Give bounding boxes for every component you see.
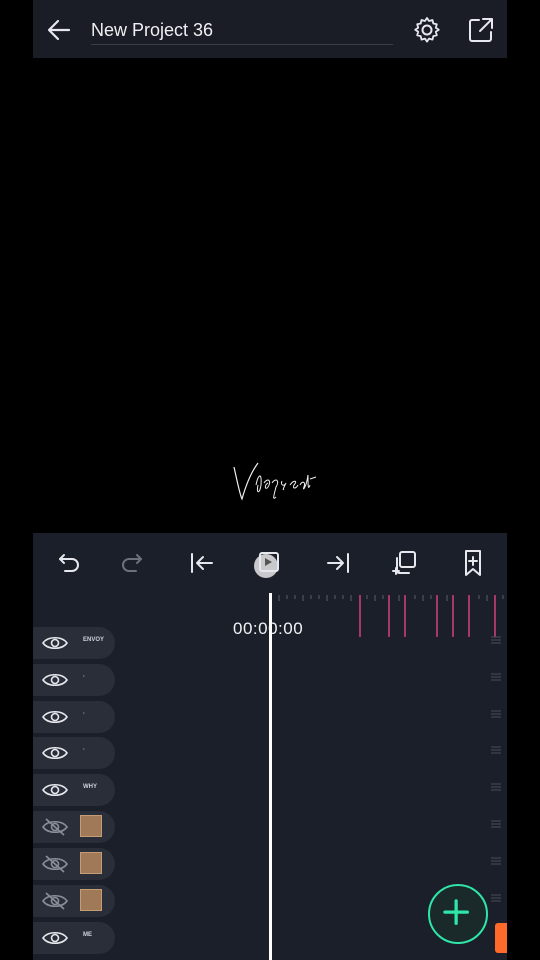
- plus-icon: [443, 899, 469, 925]
- share-export-icon[interactable]: [465, 14, 497, 46]
- eye-hidden-icon[interactable]: [41, 891, 69, 911]
- jump-to-end-icon[interactable]: [322, 547, 354, 579]
- eye-visible-icon[interactable]: [41, 780, 69, 800]
- jump-to-start-icon[interactable]: [186, 547, 218, 579]
- eye-hidden-icon[interactable]: [41, 817, 69, 837]
- drag-handle-icon[interactable]: [491, 745, 501, 755]
- layer-chip[interactable]: ·: [33, 701, 115, 733]
- eye-visible-icon[interactable]: [41, 928, 69, 948]
- video-preview-canvas[interactable]: [0, 58, 540, 533]
- loop-play-icon[interactable]: [250, 545, 286, 581]
- timeline-editor-panel: 00:00:00 ENVOY · ·: [33, 533, 507, 960]
- layer-label: ·: [83, 674, 85, 680]
- eye-visible-icon[interactable]: [41, 633, 69, 653]
- project-title[interactable]: New Project 36: [91, 20, 213, 41]
- eye-visible-icon[interactable]: [41, 743, 69, 763]
- eye-hidden-icon[interactable]: [41, 854, 69, 874]
- eye-visible-icon[interactable]: [41, 707, 69, 727]
- app-header: New Project 36: [33, 0, 507, 58]
- layer-chip[interactable]: [33, 885, 115, 917]
- undo-icon[interactable]: [51, 547, 83, 579]
- layer-label: ·: [83, 747, 85, 753]
- layer-image-thumbnail: [80, 815, 102, 837]
- editor-toolbar: [33, 533, 507, 593]
- layer-label: ENVOY: [83, 637, 105, 643]
- drag-handle-icon[interactable]: [491, 819, 501, 829]
- layer-chip[interactable]: [33, 811, 115, 843]
- layer-label: WHY: [83, 784, 97, 790]
- layer-chip[interactable]: ENVOY: [33, 627, 115, 659]
- bookmark-add-icon[interactable]: [457, 547, 489, 579]
- layer-chip[interactable]: ME: [33, 922, 115, 954]
- layer-chip[interactable]: ·: [33, 737, 115, 769]
- layer-chip[interactable]: ·: [33, 664, 115, 696]
- drag-handle-icon[interactable]: [491, 893, 501, 903]
- layer-label: ·: [83, 711, 85, 717]
- timeline-playhead[interactable]: [269, 593, 272, 960]
- back-arrow-icon[interactable]: [43, 14, 75, 46]
- drag-handle-icon[interactable]: [491, 856, 501, 866]
- layer-chip[interactable]: [33, 848, 115, 880]
- drag-handle-icon[interactable]: [491, 672, 501, 682]
- timeline-end-marker[interactable]: [495, 923, 507, 953]
- title-underline: [91, 44, 393, 45]
- redo-icon[interactable]: [118, 547, 150, 579]
- layer-image-thumbnail: [80, 889, 102, 911]
- eye-visible-icon[interactable]: [41, 670, 69, 690]
- add-layer-button[interactable]: [428, 884, 488, 944]
- layer-chip[interactable]: WHY: [33, 774, 115, 806]
- drag-handle-icon[interactable]: [491, 782, 501, 792]
- vlogs-edit-watermark: [233, 462, 317, 501]
- layer-label: ME: [83, 932, 92, 938]
- duplicate-icon[interactable]: [389, 547, 421, 579]
- drag-handle-icon[interactable]: [491, 635, 501, 645]
- drag-handle-icon[interactable]: [491, 709, 501, 719]
- layer-image-thumbnail: [80, 852, 102, 874]
- gear-icon[interactable]: [411, 14, 443, 46]
